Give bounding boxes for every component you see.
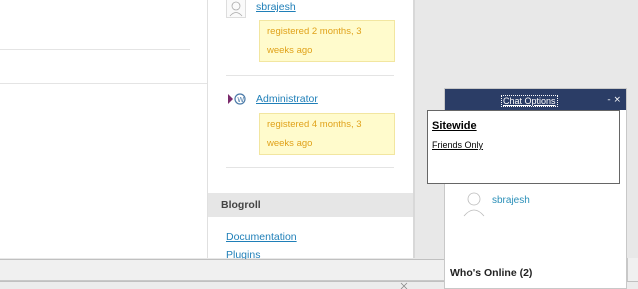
chat-title-bar: Chat Options - × — [445, 89, 626, 110]
member-link-sbrajesh[interactable]: sbrajesh — [256, 1, 296, 13]
whos-online-heading[interactable]: Who's Online (2) — [450, 267, 532, 279]
avatar — [226, 0, 246, 18]
sitewide-option[interactable]: Sitewide — [432, 120, 477, 132]
avatar: W — [226, 90, 246, 110]
horizontal-scrollbar[interactable] — [0, 259, 444, 281]
wordpress-logo-icon: W — [228, 93, 246, 105]
blogroll-link-documentation[interactable]: Documentation — [226, 231, 297, 243]
registered-note: registered 2 months, 3 weeks ago — [259, 20, 395, 62]
chat-options-button[interactable]: Chat Options — [501, 95, 558, 107]
scroll-arrow-icon — [400, 282, 408, 289]
registered-note: registered 4 months, 3 weeks ago — [259, 113, 395, 155]
divider — [226, 75, 394, 76]
chat-options-dropdown: Sitewide Friends Only — [427, 110, 620, 184]
main-content — [0, 0, 208, 258]
friends-only-option[interactable]: Friends Only — [432, 140, 483, 150]
blogroll-heading: Blogroll — [208, 193, 413, 217]
scrollbar-corner — [627, 258, 638, 281]
default-avatar-icon — [463, 192, 485, 217]
page: sbrajesh registered 2 months, 3 weeks ag… — [0, 0, 638, 289]
divider — [226, 167, 394, 168]
chat-window-controls[interactable]: - × — [607, 95, 621, 105]
default-avatar-icon — [229, 1, 243, 17]
member-link-administrator[interactable]: Administrator — [256, 93, 318, 105]
divider — [0, 83, 207, 84]
online-user-link[interactable]: sbrajesh — [492, 195, 530, 206]
divider — [0, 49, 190, 50]
svg-text:W: W — [237, 96, 244, 104]
